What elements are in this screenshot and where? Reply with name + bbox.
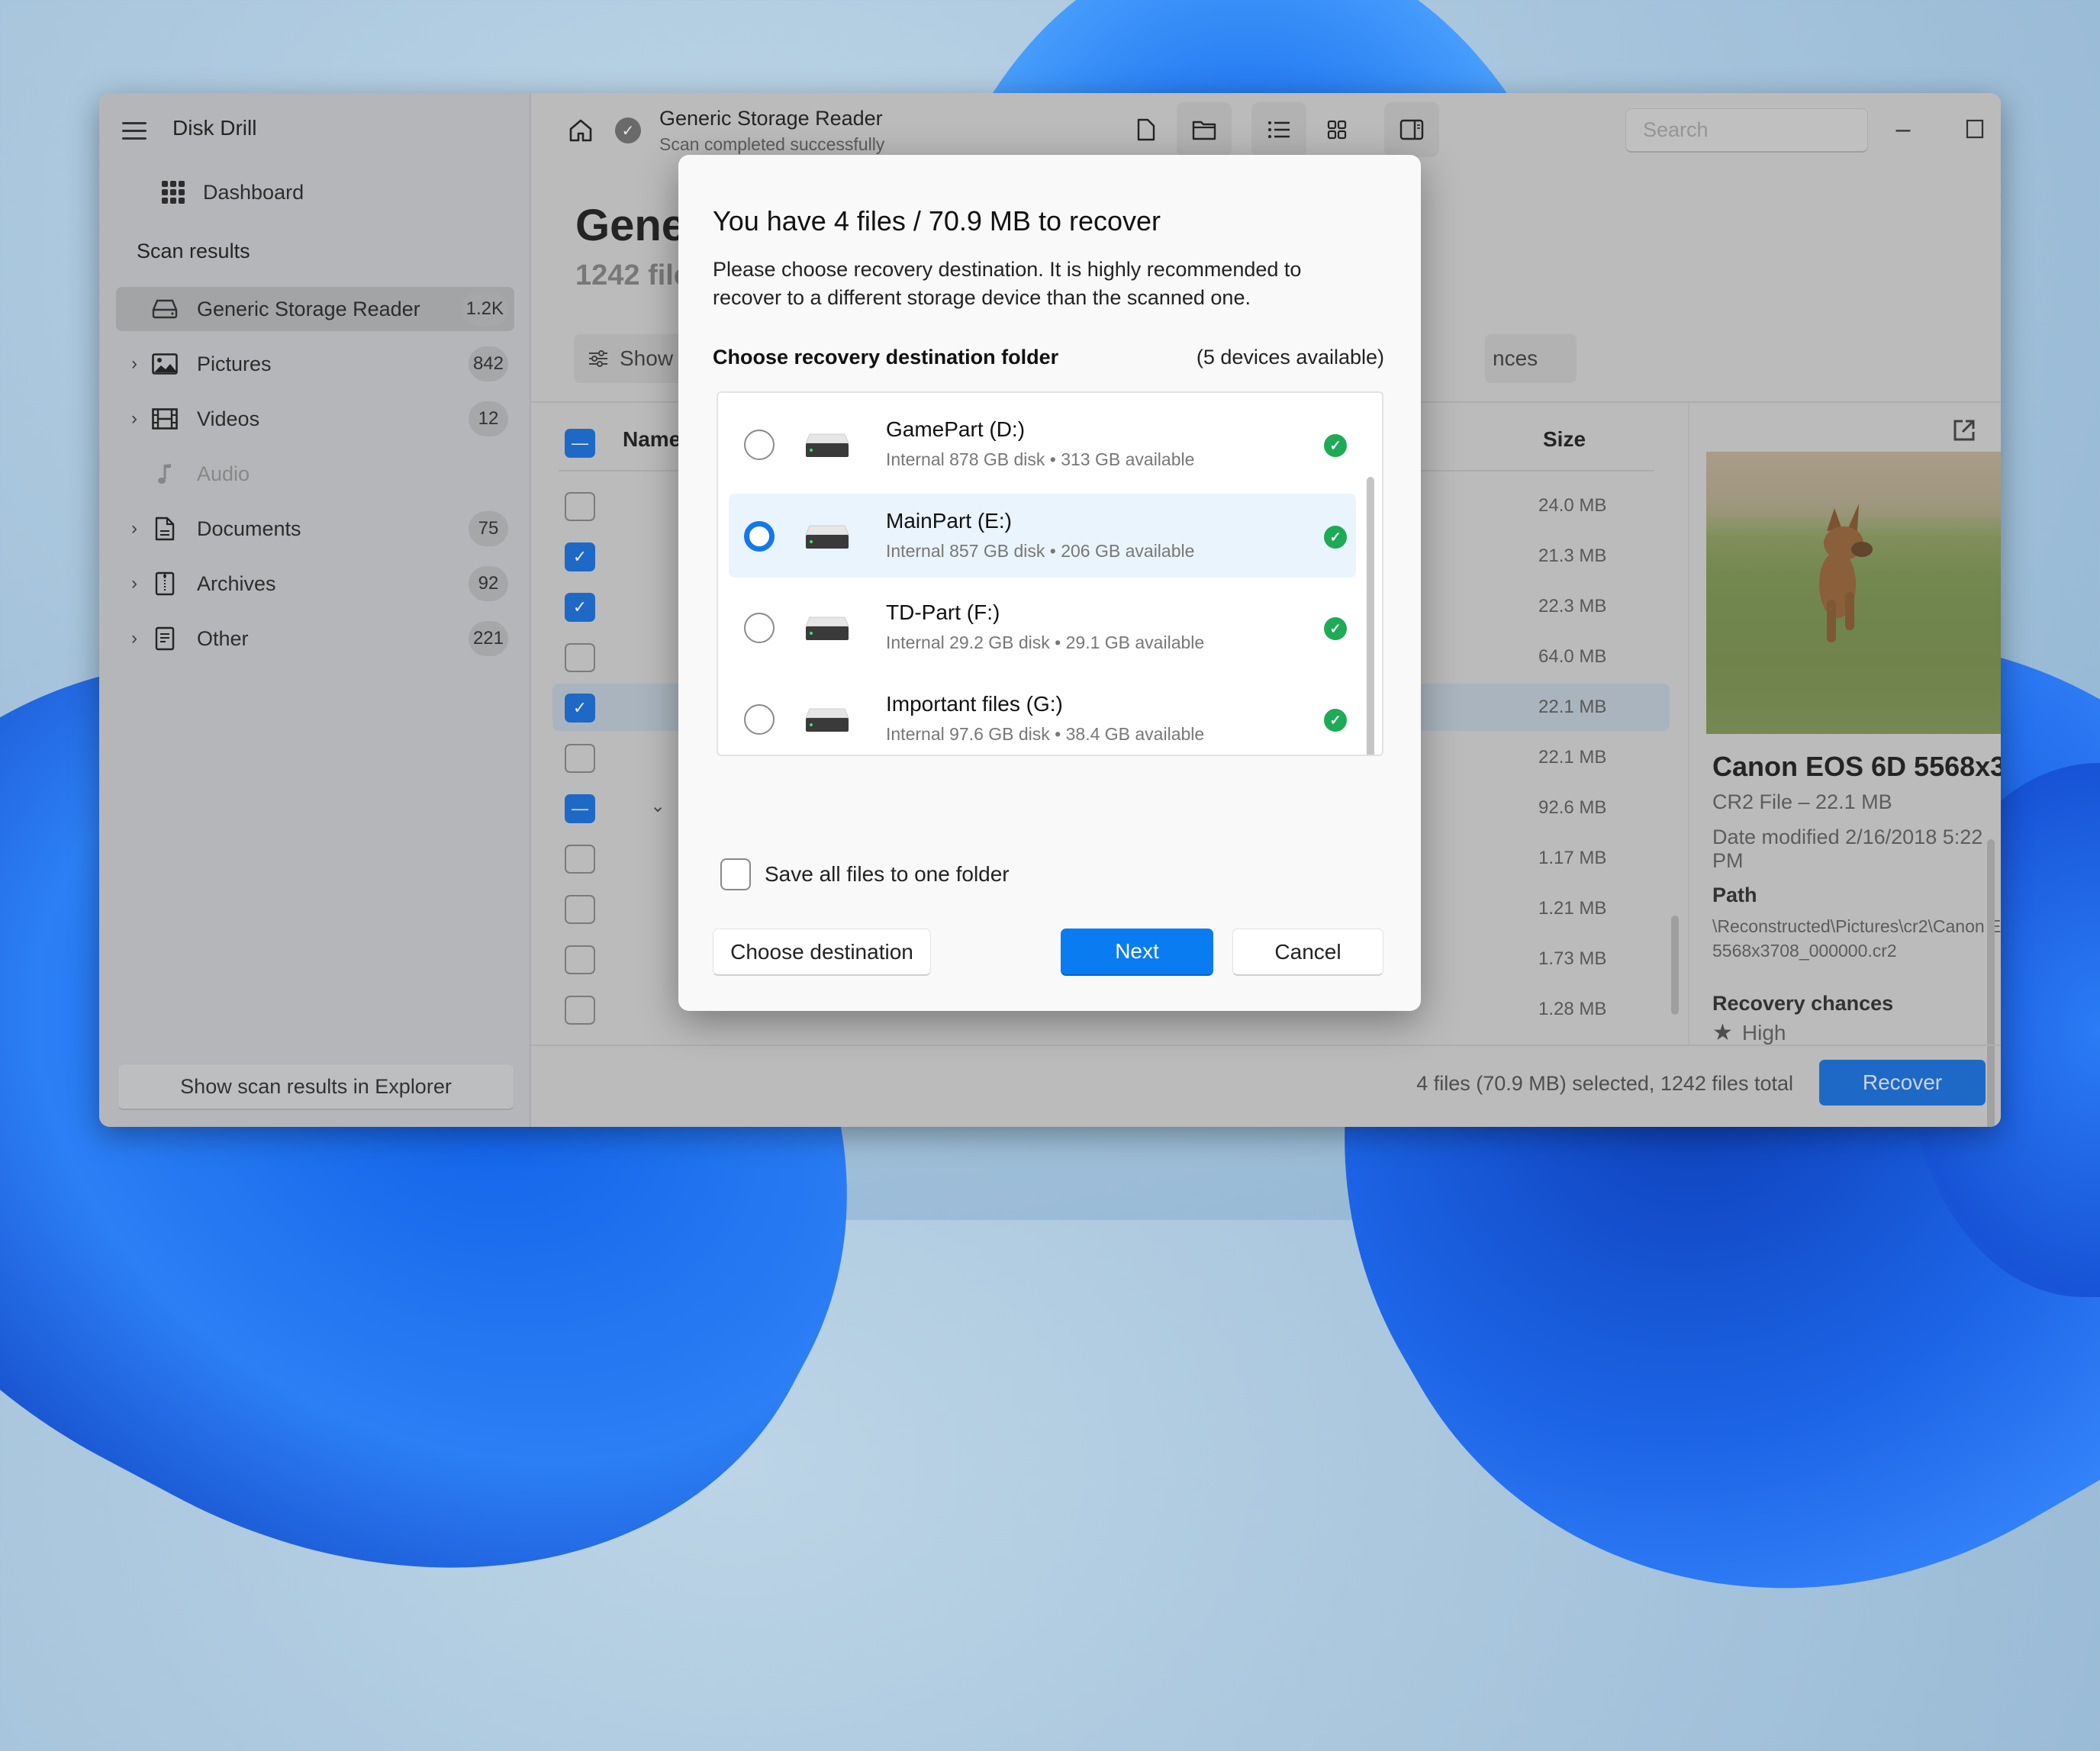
device-name: MainPart (E:) bbox=[886, 509, 1012, 533]
choose-destination-button[interactable]: Choose destination bbox=[713, 929, 931, 976]
device-radio[interactable] bbox=[744, 430, 775, 460]
check-ok-icon: ✓ bbox=[1324, 617, 1347, 640]
device-info: Internal 97.6 GB disk • 38.4 GB availabl… bbox=[886, 724, 1205, 744]
cancel-button[interactable]: Cancel bbox=[1232, 929, 1383, 976]
device-radio[interactable] bbox=[744, 613, 775, 643]
dialog-title: You have 4 files / 70.9 MB to recover bbox=[713, 205, 1161, 237]
save-to-one-folder-checkbox[interactable] bbox=[720, 858, 751, 890]
hard-drive-icon bbox=[805, 524, 849, 550]
save-to-one-folder[interactable]: Save all files to one folder bbox=[720, 858, 1010, 890]
device-name: GamePart (D:) bbox=[886, 417, 1026, 441]
device-info: Internal 878 GB disk • 313 GB available bbox=[886, 449, 1195, 469]
recovery-destination-dialog: You have 4 files / 70.9 MB to recover Pl… bbox=[678, 155, 1421, 1011]
device-name: TD-Part (F:) bbox=[886, 600, 1000, 624]
device-radio[interactable] bbox=[744, 704, 775, 735]
save-to-one-folder-label: Save all files to one folder bbox=[765, 862, 1010, 886]
hard-drive-icon bbox=[805, 433, 849, 459]
device-radio[interactable] bbox=[744, 521, 775, 552]
device-option[interactable]: Important files (G:) Internal 97.6 GB dis… bbox=[729, 677, 1356, 755]
device-info: Internal 857 GB disk • 206 GB available bbox=[886, 541, 1195, 561]
device-list-scrollbar[interactable] bbox=[1367, 477, 1374, 755]
device-info: Internal 29.2 GB disk • 29.1 GB availabl… bbox=[886, 632, 1205, 652]
device-option[interactable]: MainPart (E:) Internal 857 GB disk • 206 … bbox=[729, 494, 1356, 578]
hard-drive-icon bbox=[805, 616, 849, 642]
check-ok-icon: ✓ bbox=[1324, 709, 1347, 732]
destination-heading: Choose recovery destination folder bbox=[713, 346, 1059, 369]
devices-available-count: (5 devices available) bbox=[1196, 346, 1384, 369]
device-option[interactable]: GamePart (D:) Internal 878 GB disk • 313 … bbox=[729, 402, 1356, 486]
device-option[interactable]: TD-Part (F:) Internal 29.2 GB disk • 29.1… bbox=[729, 585, 1356, 669]
device-name: Important files (G:) bbox=[886, 692, 1063, 716]
check-ok-icon: ✓ bbox=[1324, 526, 1347, 549]
check-ok-icon: ✓ bbox=[1324, 434, 1347, 457]
device-list: GamePart (D:) Internal 878 GB disk • 313 … bbox=[717, 391, 1383, 756]
hard-drive-icon bbox=[805, 707, 849, 733]
dialog-description: Please choose recovery destination. It i… bbox=[713, 258, 1302, 309]
next-button[interactable]: Next bbox=[1061, 929, 1213, 976]
